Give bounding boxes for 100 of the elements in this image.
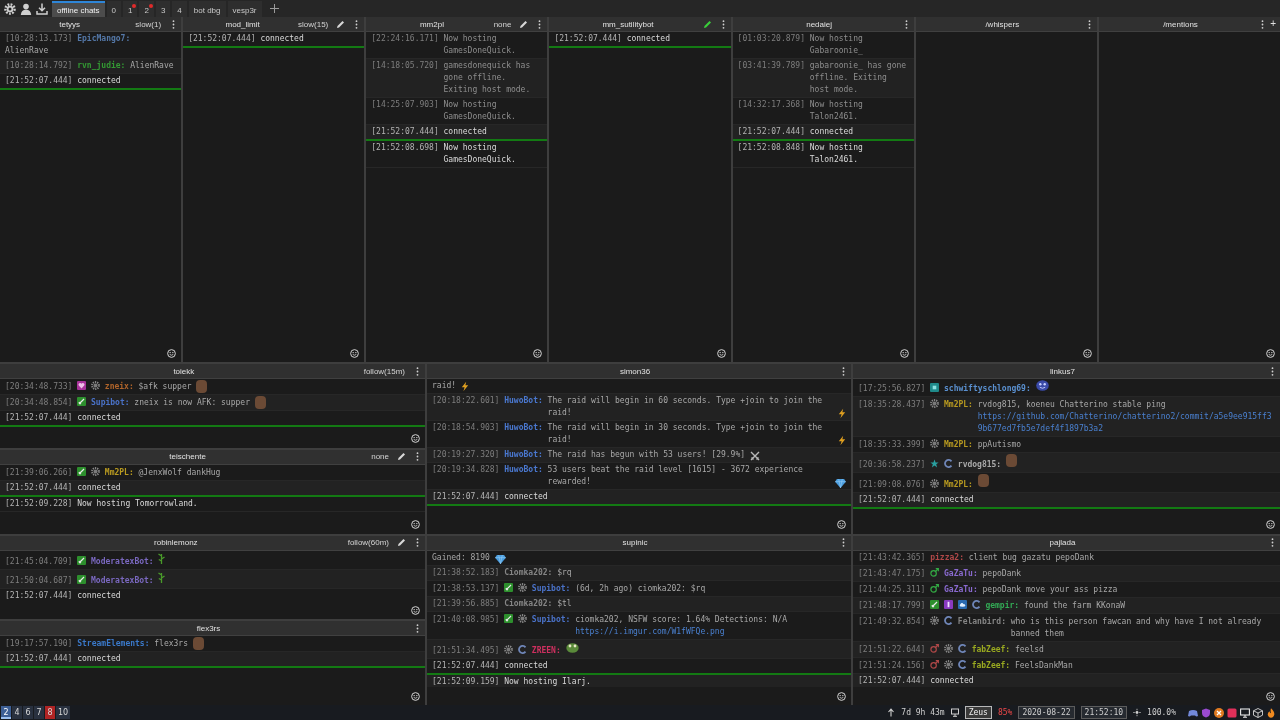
username[interactable]: HuwoBot: (504, 449, 543, 461)
flame-icon[interactable] (1266, 707, 1276, 718)
chat-mode-label[interactable]: none (371, 452, 389, 462)
more-options-icon[interactable] (842, 538, 845, 547)
emote-picker-icon[interactable] (716, 348, 726, 358)
link[interactable]: https://i.imgur.com/W1fWFQe.png (575, 625, 846, 638)
x-circle-icon[interactable] (1214, 707, 1224, 718)
username[interactable]: rvn_judie: (77, 60, 126, 72)
emote-picker-icon[interactable] (1266, 348, 1275, 358)
emote-picker-icon[interactable] (1082, 348, 1092, 358)
chat-mode-label[interactable]: none (493, 19, 512, 29)
emote-picker-icon[interactable] (1266, 691, 1275, 701)
more-options-icon[interactable] (1261, 19, 1265, 29)
emote-picker-icon[interactable] (167, 348, 177, 358)
pencil-icon[interactable] (397, 452, 406, 462)
channel-name[interactable]: mm_sutilitybot (602, 19, 654, 29)
emote-picker-icon[interactable] (1266, 520, 1275, 529)
more-options-icon[interactable] (172, 19, 176, 29)
username[interactable]: Mm2PL: (944, 399, 973, 411)
username[interactable]: Mm2PL: (944, 439, 973, 451)
cube-icon[interactable] (1253, 707, 1263, 718)
workspace-button[interactable]: 2 (1, 706, 11, 719)
channel-name[interactable]: mod_limit (225, 19, 260, 29)
more-options-icon[interactable] (904, 19, 908, 29)
username[interactable]: zneix: (104, 381, 134, 393)
channel-name[interactable]: simon36 (619, 366, 651, 376)
shield-icon[interactable] (1201, 707, 1211, 718)
channel-name[interactable]: robinlemonz (154, 538, 198, 547)
more-options-icon[interactable] (1087, 19, 1091, 29)
username[interactable]: StreamElements: (77, 638, 150, 651)
channel-name[interactable]: mm2pl (419, 19, 444, 29)
workspace-button[interactable]: 10 (56, 706, 71, 719)
more-options-icon[interactable] (416, 452, 419, 462)
emote-picker-icon[interactable] (533, 348, 543, 358)
more-options-icon[interactable] (721, 19, 725, 29)
username[interactable]: Ciomka202: (504, 566, 553, 579)
pencil-icon[interactable] (702, 19, 712, 29)
more-options-icon[interactable] (416, 538, 419, 547)
username[interactable]: Felanbird: (957, 615, 1006, 628)
tab[interactable]: 4 (172, 1, 187, 17)
pencil-icon[interactable] (397, 538, 406, 547)
channel-name[interactable]: teischente (169, 452, 206, 462)
workspace-button[interactable]: 7 (34, 706, 44, 719)
channel-name[interactable]: supinic (622, 538, 648, 547)
username[interactable]: Mm2PL: (104, 466, 134, 479)
channel-name[interactable]: /whispers (985, 19, 1020, 29)
username[interactable]: HuwoBot: (504, 464, 543, 476)
monitor-icon[interactable] (1240, 707, 1250, 718)
settings-icon[interactable] (4, 2, 16, 15)
username[interactable]: HuwoBot: (504, 422, 543, 434)
channel-name[interactable]: flex3rs (196, 623, 221, 633)
username[interactable]: Mm2PL: (944, 479, 973, 491)
username[interactable]: Supibot: (531, 582, 571, 595)
tab[interactable]: bot dbg (188, 1, 226, 17)
username[interactable]: fabZeef: (971, 643, 1011, 656)
emote-picker-icon[interactable] (837, 691, 846, 701)
plus-icon[interactable] (269, 4, 279, 13)
username[interactable]: Ciomka202: (504, 597, 553, 610)
more-options-icon[interactable] (355, 19, 359, 29)
chat-mode-label[interactable]: slow(1) (135, 19, 162, 29)
tab[interactable]: offline chats (52, 1, 105, 17)
workspace-button[interactable]: 4 (12, 706, 22, 719)
workspace-button[interactable]: 6 (23, 706, 33, 719)
emote-picker-icon[interactable] (350, 348, 360, 358)
username[interactable]: rvdog815: (957, 459, 1002, 471)
add-split-button[interactable]: + (1269, 18, 1277, 30)
link[interactable]: https://github.com/Chatterino/chatterino2/commit/a5e9ee915ff39b677ed7fb5e7def4f1897b3a2 (977, 411, 1275, 435)
square-icon[interactable] (1227, 707, 1237, 718)
chat-mode-label[interactable]: slow(15) (298, 19, 329, 29)
channel-name[interactable]: nedaiej (806, 19, 833, 29)
user-icon[interactable] (20, 2, 32, 15)
username[interactable]: GaZaTu: (944, 567, 978, 580)
tab[interactable]: 2 (139, 1, 154, 17)
emote-picker-icon[interactable] (411, 605, 420, 615)
username[interactable]: fabZeef: (971, 659, 1011, 672)
tab[interactable]: 0 (106, 1, 121, 17)
channel-name[interactable]: linkus7 (1050, 366, 1075, 376)
tab[interactable]: 1 (123, 1, 138, 17)
username[interactable]: ModeratexBot: (91, 555, 154, 568)
more-options-icon[interactable] (842, 366, 845, 376)
username[interactable]: GaZaTu: (944, 583, 978, 596)
channel-name[interactable]: /mentions (1163, 19, 1198, 29)
channel-name[interactable]: toiekk (173, 366, 195, 376)
emote-picker-icon[interactable] (411, 434, 420, 444)
emote-picker-icon[interactable] (837, 520, 846, 529)
more-options-icon[interactable] (416, 623, 419, 633)
chat-mode-label[interactable]: follow(15m) (363, 366, 405, 376)
more-options-icon[interactable] (1271, 366, 1274, 376)
username[interactable]: schwiftyschlong69: (944, 383, 1031, 395)
more-options-icon[interactable] (416, 366, 419, 376)
more-options-icon[interactable] (538, 19, 542, 29)
username[interactable]: gempir: (985, 599, 1020, 612)
game-controller-icon[interactable] (1188, 707, 1198, 718)
username[interactable]: EpicMango7: (77, 33, 131, 45)
emote-picker-icon[interactable] (899, 348, 909, 358)
pencil-icon[interactable] (336, 19, 346, 29)
channel-name[interactable]: tetyys (59, 19, 81, 29)
tab[interactable]: vesp3r (227, 1, 262, 17)
chat-mode-label[interactable]: follow(60m) (347, 538, 389, 547)
username[interactable]: HuwoBot: (504, 395, 543, 407)
